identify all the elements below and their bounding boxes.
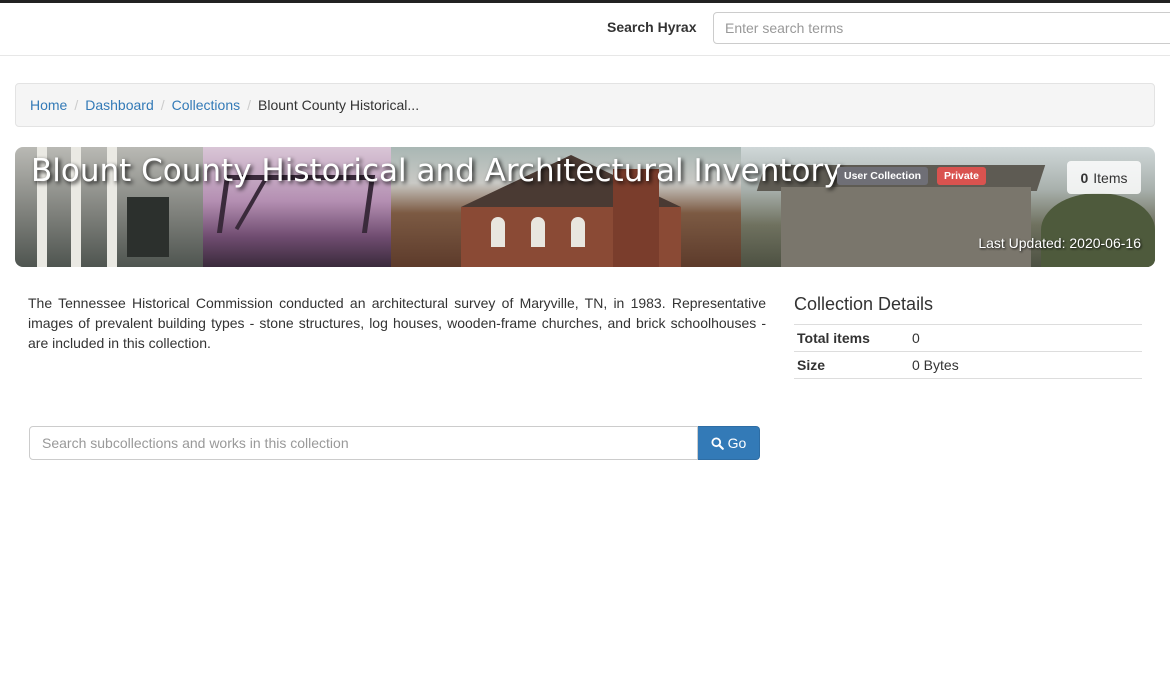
table-row: Total items 0 xyxy=(794,324,1142,352)
item-count-box: 0 Items xyxy=(1067,161,1141,194)
breadcrumb-current: Blount County Historical... xyxy=(258,97,420,113)
breadcrumb-separator: / xyxy=(247,97,252,113)
collection-title: Blount County Historical and Architectur… xyxy=(31,153,842,189)
item-count-label: Items xyxy=(1093,169,1128,186)
breadcrumb-dashboard-link[interactable]: Dashboard xyxy=(85,97,154,113)
breadcrumb-separator: / xyxy=(74,97,79,113)
last-updated: Last Updated: 2020-06-16 xyxy=(978,235,1141,251)
size-value: 0 Bytes xyxy=(909,351,1142,379)
item-count: 0 xyxy=(1080,169,1089,186)
search-icon xyxy=(711,436,724,450)
collection-details-heading: Collection Details xyxy=(794,294,934,314)
collection-type-badge: User Collection xyxy=(837,167,929,185)
search-input[interactable] xyxy=(713,12,1170,44)
table-row: Size 0 Bytes xyxy=(794,351,1142,379)
total-items-label: Total items xyxy=(794,324,909,352)
go-button[interactable]: Go xyxy=(698,426,760,460)
size-label: Size xyxy=(794,351,909,379)
collection-details-table: Total items 0 Size 0 Bytes xyxy=(794,324,1142,379)
breadcrumb: Home / Dashboard / Collections / Blount … xyxy=(15,83,1155,127)
collection-description: The Tennessee Historical Commission cond… xyxy=(28,295,766,351)
breadcrumb-separator: / xyxy=(160,97,165,113)
collection-search-form: Go xyxy=(29,426,760,460)
search-label: Search Hyrax xyxy=(607,19,697,35)
visibility-badge: Private xyxy=(937,167,987,185)
header-bar: Search Hyrax xyxy=(0,3,1170,56)
total-items-value: 0 xyxy=(909,324,1142,352)
collection-banner: Blount County Historical and Architectur… xyxy=(15,147,1155,267)
collection-details: Collection Details Total items 0 Size 0 … xyxy=(794,292,1142,379)
breadcrumb-collections-link[interactable]: Collections xyxy=(172,97,240,113)
breadcrumb-home-link[interactable]: Home xyxy=(30,97,67,113)
go-button-label: Go xyxy=(727,435,747,451)
collection-search-input[interactable] xyxy=(29,426,698,460)
